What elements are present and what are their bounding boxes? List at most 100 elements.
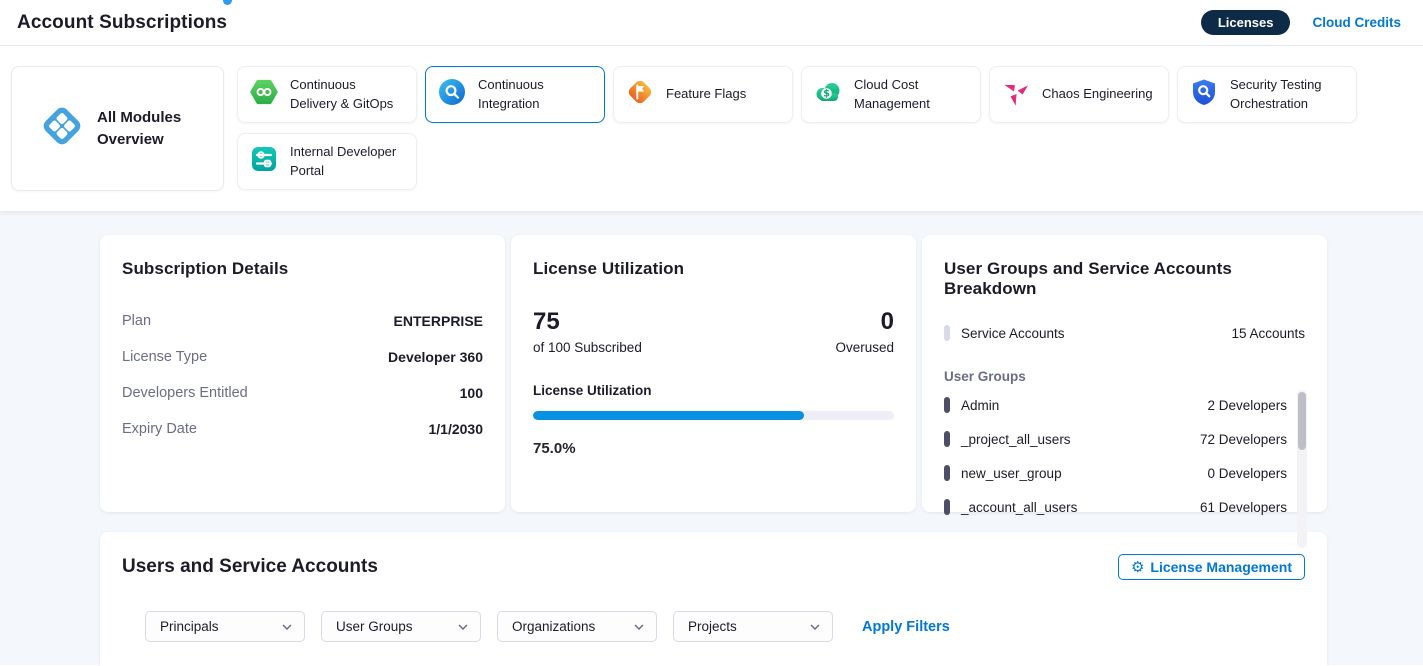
detail-value: ENTERPRISE [394, 313, 483, 329]
chevron-down-icon [282, 624, 292, 630]
feature-flags-icon [626, 78, 654, 111]
header-tabs: Licenses Cloud Credits [1201, 10, 1401, 35]
detail-label: Developers Entitled [122, 385, 248, 401]
user-group-label: new_user_group [961, 466, 1062, 481]
module-grid: Continuous Delivery & GitOps Continuous … [237, 66, 1367, 191]
user-groups-filter-select[interactable]: User Groups [321, 611, 481, 642]
subscription-details-rows: Plan ENTERPRISE License Type Developer 3… [122, 303, 483, 447]
user-group-label: _account_all_users [961, 500, 1077, 515]
module-card-cd-gitops[interactable]: Continuous Delivery & GitOps [237, 66, 417, 123]
module-card-feature-flags[interactable]: Feature Flags [613, 66, 793, 123]
idp-icon [250, 145, 278, 178]
user-group-marker-icon [944, 431, 950, 447]
license-utilization-numbers: 75 of 100 Subscribed 0 Overused [533, 309, 894, 355]
cloud-cost-icon: $ [814, 78, 842, 111]
user-groups-list: Admin 2 Developers _project_all_users 72… [944, 388, 1305, 524]
utilization-bar-label: License Utilization [533, 383, 894, 398]
module-strip: All Modules Overview Continuous Delivery… [0, 46, 1423, 211]
license-management-button[interactable]: ⚙ License Management [1118, 554, 1305, 580]
subscription-details-title: Subscription Details [122, 259, 483, 279]
projects-filter-select[interactable]: Projects [673, 611, 833, 642]
used-block: 75 of 100 Subscribed [533, 309, 642, 355]
select-value: Principals [160, 619, 219, 634]
module-label: Chaos Engineering [1042, 85, 1153, 103]
detail-label: Plan [122, 313, 151, 329]
principals-filter-select[interactable]: Principals [145, 611, 305, 642]
cd-gitops-icon [250, 78, 278, 111]
detail-row: Developers Entitled 100 [122, 375, 483, 411]
utilization-progress-fill [533, 411, 804, 420]
user-group-row: new_user_group 0 Developers [944, 456, 1287, 490]
organizations-filter-select[interactable]: Organizations [497, 611, 657, 642]
detail-row: Plan ENTERPRISE [122, 303, 483, 339]
users-section-header: Users and Service Accounts ⚙ License Man… [122, 554, 1305, 580]
service-accounts-row: Service Accounts 15 Accounts [944, 317, 1305, 349]
all-modules-icon [38, 102, 86, 155]
module-label: Internal Developer Portal [290, 143, 404, 179]
overused-count: 0 [835, 309, 894, 335]
utilization-progress-track [533, 411, 894, 420]
user-group-row: _project_all_users 72 Developers [944, 422, 1287, 456]
user-group-label: Admin [961, 398, 999, 413]
security-testing-icon [1190, 78, 1218, 111]
ci-icon [438, 78, 466, 111]
module-card-continuous-integration[interactable]: Continuous Integration [425, 66, 605, 123]
module-label: Continuous Integration [478, 76, 592, 112]
tab-cloud-credits[interactable]: Cloud Credits [1312, 15, 1401, 30]
user-group-value: 2 Developers [1207, 398, 1287, 413]
user-group-marker-icon [944, 499, 950, 515]
service-accounts-marker-icon [944, 325, 950, 341]
select-value: Projects [688, 619, 737, 634]
tab-licenses[interactable]: Licenses [1201, 10, 1291, 35]
detail-value: Developer 360 [388, 349, 483, 365]
service-accounts-value: 15 Accounts [1231, 326, 1305, 341]
svg-text:$: $ [823, 89, 830, 100]
select-value: Organizations [512, 619, 595, 634]
user-group-label: _project_all_users [961, 432, 1071, 447]
filters-row: Principals User Groups Organizations Pro… [145, 611, 1305, 642]
overused-block: 0 Overused [835, 309, 894, 355]
detail-row: Expiry Date 1/1/2030 [122, 411, 483, 447]
user-groups-subheader: User Groups [944, 369, 1305, 384]
user-group-marker-icon [944, 465, 950, 481]
gear-icon: ⚙ [1131, 560, 1144, 575]
list-scrollbar-thumb[interactable] [1298, 392, 1306, 450]
chevron-down-icon [458, 624, 468, 630]
license-management-label: License Management [1150, 559, 1292, 575]
module-label: Continuous Delivery & GitOps [290, 76, 404, 112]
users-service-accounts-card: Users and Service Accounts ⚙ License Man… [100, 532, 1327, 666]
module-label: Security Testing Orchestration [1230, 76, 1344, 112]
detail-label: Expiry Date [122, 421, 197, 437]
used-caption: of 100 Subscribed [533, 340, 642, 355]
overused-caption: Overused [835, 340, 894, 355]
list-scrollbar-track[interactable] [1297, 390, 1307, 548]
users-section-title: Users and Service Accounts [122, 556, 378, 578]
license-utilization-title: License Utilization [533, 259, 894, 279]
chevron-down-icon [634, 624, 644, 630]
all-modules-overview-label: All Modules Overview [97, 107, 187, 151]
select-value: User Groups [336, 619, 413, 634]
truncated-nav-icon [223, 0, 232, 5]
detail-value: 1/1/2030 [429, 421, 484, 437]
user-group-marker-icon [944, 397, 950, 413]
chevron-down-icon [810, 624, 820, 630]
used-count: 75 [533, 309, 642, 335]
module-card-cloud-cost[interactable]: $ Cloud Cost Management [801, 66, 981, 123]
module-card-internal-developer-portal[interactable]: Internal Developer Portal [237, 133, 417, 190]
user-group-row: Admin 2 Developers [944, 388, 1287, 422]
summary-cards-row: Subscription Details Plan ENTERPRISE Lic… [100, 235, 1327, 512]
utilization-percent: 75.0% [533, 440, 894, 457]
page-header: Account Subscriptions Licenses Cloud Cre… [0, 0, 1423, 46]
detail-row: License Type Developer 360 [122, 339, 483, 375]
apply-filters-button[interactable]: Apply Filters [862, 619, 950, 635]
user-group-value: 0 Developers [1207, 466, 1287, 481]
module-card-security-testing[interactable]: Security Testing Orchestration [1177, 66, 1357, 123]
detail-label: License Type [122, 349, 207, 365]
all-modules-overview-card[interactable]: All Modules Overview [11, 66, 224, 191]
subscription-details-card: Subscription Details Plan ENTERPRISE Lic… [100, 235, 505, 512]
module-label: Feature Flags [666, 85, 746, 103]
user-group-value: 72 Developers [1200, 432, 1287, 447]
detail-value: 100 [460, 385, 483, 401]
breakdown-title: User Groups and Service Accounts Breakdo… [944, 259, 1305, 299]
module-card-chaos-engineering[interactable]: Chaos Engineering [989, 66, 1169, 123]
